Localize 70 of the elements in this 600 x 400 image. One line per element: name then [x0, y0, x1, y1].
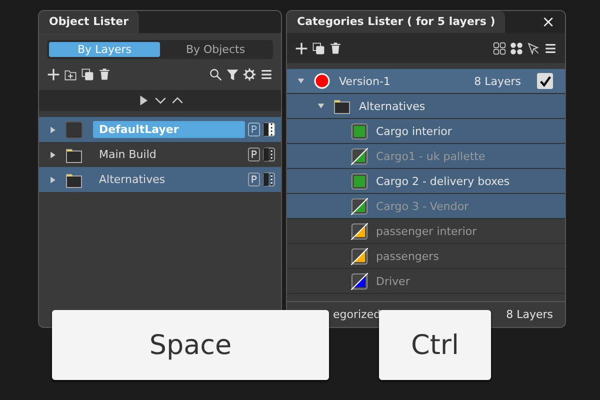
category-row[interactable]: Cargo1 - uk pallette — [287, 144, 565, 169]
group-name: Alternatives — [359, 100, 426, 112]
expand-icon[interactable] — [49, 150, 57, 160]
category-swatch[interactable] — [351, 148, 368, 164]
expand-icon[interactable] — [49, 174, 57, 184]
cursor-icon[interactable] — [527, 42, 540, 54]
status-dot — [313, 72, 331, 90]
layer-count: 8 Layers — [474, 74, 521, 88]
layer-name: DefaultLayer — [93, 121, 245, 138]
category-swatch[interactable] — [351, 248, 368, 264]
lock-toggle-icon[interactable] — [248, 172, 260, 187]
category-row[interactable]: Cargo 3 - Vendor — [287, 194, 565, 219]
layer-row[interactable]: Main Build — [39, 142, 281, 167]
category-row[interactable]: Driver — [287, 269, 565, 294]
mode-tab[interactable]: By Layers — [49, 42, 160, 57]
category-name: passenger interior — [376, 224, 477, 238]
lock-toggle-icon[interactable] — [248, 147, 260, 162]
category-row[interactable]: passenger interior — [287, 219, 565, 244]
category-row[interactable]: Cargo interior — [287, 119, 565, 144]
search-icon[interactable] — [209, 68, 222, 80]
grid-icon[interactable] — [510, 42, 523, 54]
layer-checkbox-icon — [65, 120, 83, 138]
expand-icon[interactable] — [49, 124, 57, 134]
checkbox[interactable] — [537, 73, 553, 89]
category-row[interactable]: Cargo 2 - delivery boxes — [287, 169, 565, 194]
layer-count: 8 Layers — [506, 308, 553, 321]
category-name: Cargo interior — [376, 124, 452, 138]
panel-tab[interactable]: Object Lister — [39, 11, 139, 33]
category-swatch[interactable] — [351, 172, 368, 190]
group-row[interactable]: Alternatives — [287, 94, 565, 119]
visibility-toggle-icon[interactable] — [263, 172, 275, 187]
duplicate-icon[interactable] — [312, 42, 325, 54]
key-overlay: Space — [52, 310, 329, 380]
menu-icon[interactable] — [544, 42, 557, 54]
collapse-icon[interactable] — [317, 101, 325, 111]
close-button[interactable]: × — [532, 12, 565, 32]
settings-icon[interactable] — [243, 68, 256, 80]
panel-tab[interactable]: Categories Lister ( for 5 layers ) — [287, 11, 506, 33]
visibility-toggle-icon[interactable] — [263, 147, 275, 162]
trash-icon[interactable] — [98, 68, 111, 80]
menu-icon[interactable] — [260, 68, 273, 80]
layer-name: Alternatives — [98, 172, 166, 188]
trash-icon[interactable] — [329, 42, 342, 54]
category-swatch[interactable] — [351, 222, 368, 240]
layer-row[interactable]: DefaultLayer — [39, 117, 281, 142]
add-folder-icon[interactable] — [64, 68, 77, 80]
layer-row[interactable]: Alternatives — [39, 167, 281, 192]
add-icon[interactable] — [295, 42, 308, 54]
lock-toggle-icon[interactable] — [248, 122, 260, 137]
version-name: Version-1 — [339, 74, 390, 88]
category-name: passengers — [376, 250, 439, 262]
grid-outline-icon[interactable] — [493, 42, 506, 54]
category-row[interactable]: passengers — [287, 244, 565, 269]
category-swatch[interactable] — [351, 198, 368, 214]
key-overlay: Ctrl — [379, 310, 491, 380]
collapse-icon[interactable] — [297, 76, 305, 86]
category-swatch[interactable] — [351, 272, 368, 290]
version-row[interactable]: Version-1 8 Layers — [287, 69, 565, 94]
add-icon[interactable] — [47, 68, 60, 80]
duplicate-icon[interactable] — [81, 68, 94, 80]
category-name: Cargo 2 - delivery boxes — [376, 174, 510, 188]
category-name: Cargo 3 - Vendor — [376, 200, 469, 212]
visibility-toggle-icon[interactable] — [263, 122, 275, 137]
mode-tab[interactable]: By Objects — [160, 42, 271, 57]
layer-name: Main Build — [98, 147, 158, 163]
category-name: Driver — [376, 274, 410, 288]
folder-icon — [333, 97, 351, 115]
filter-icon[interactable] — [226, 68, 239, 80]
category-name: Cargo1 - uk pallette — [376, 150, 486, 162]
category-swatch[interactable] — [351, 122, 368, 140]
